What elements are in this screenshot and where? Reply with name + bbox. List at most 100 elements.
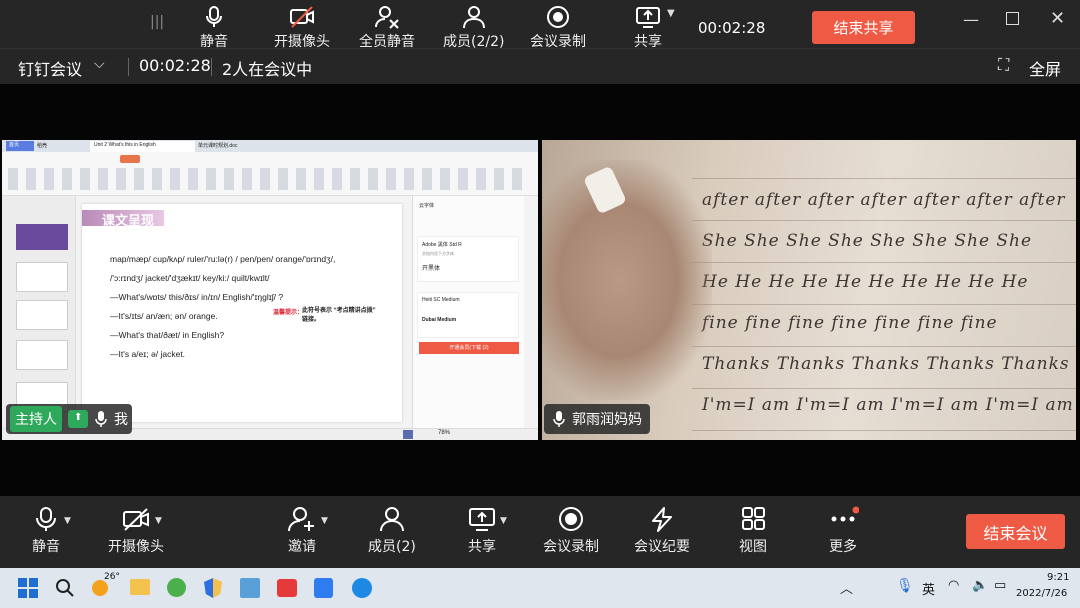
fullscreen-button[interactable]: 全屏 — [1029, 56, 1061, 80]
doc-ribbon — [2, 152, 538, 196]
wifi-icon[interactable]: ◠ — [948, 578, 959, 593]
zoom-level: 78% — [438, 430, 451, 436]
close-icon[interactable]: ✕ — [1050, 8, 1065, 29]
end-share-button[interactable]: 结束共享 — [812, 11, 915, 44]
share-dropdown-icon[interactable]: ▼ — [667, 8, 675, 19]
floating-toolbar: ||| 静音 开摄像头 全员静音 成员(2/2) 会议录制 共享 ▼ 00:02… — [0, 0, 1080, 51]
font-card-1[interactable]: Adobe 黑体 Std R 文档内含下方字体 开黑体 — [417, 236, 519, 282]
notes-label: 会议纪要 — [634, 539, 690, 555]
font-card-2[interactable]: Heiti SC Medium Dubai Medium — [417, 292, 519, 338]
participants-count: 2人在会议中 — [222, 60, 313, 79]
invite-button[interactable]: 邀请 — [286, 506, 318, 556]
ribbon-tools — [8, 168, 528, 190]
weather-icon[interactable] — [92, 580, 108, 596]
slide-thumb-4[interactable] — [16, 340, 68, 370]
invite-dropdown-icon[interactable]: ▼ — [321, 516, 328, 526]
members-button[interactable]: 成员(2/2) — [443, 5, 504, 51]
windows-start-icon[interactable] — [18, 578, 38, 598]
record-icon — [547, 6, 569, 28]
record-button[interactable]: 会议录制 — [530, 5, 586, 51]
more-button[interactable]: 更多 — [827, 506, 859, 556]
tab-home[interactable]: 首页 — [6, 141, 34, 151]
camera-dropdown-icon[interactable]: ▼ — [155, 516, 162, 526]
drag-handle-icon[interactable]: ||| — [150, 14, 164, 34]
share-dropdown-icon[interactable]: ▼ — [500, 516, 507, 526]
meeting-duration: 00:02:28 — [139, 56, 211, 75]
view-button[interactable]: 视图 — [737, 506, 769, 556]
grid-view-icon — [742, 507, 765, 530]
mute-button[interactable]: 静音 — [30, 506, 62, 556]
share-button[interactable]: 共享 — [634, 5, 662, 51]
fullscreen-icon[interactable]: ⛶ — [998, 55, 1009, 75]
battery-icon[interactable]: ▭ — [994, 578, 1006, 593]
microphone-icon — [206, 6, 222, 27]
chevron-up-icon[interactable]: ︿ — [840, 578, 853, 597]
font1-sub: 文档内含下方字体 — [422, 251, 454, 256]
security-icon[interactable] — [204, 578, 222, 598]
chevron-down-icon[interactable]: ⌵ — [94, 56, 105, 72]
microphone-icon — [553, 411, 565, 427]
font2-name: Heiti SC Medium — [422, 297, 460, 303]
slide-thumb-2[interactable] — [16, 262, 68, 292]
maximize-icon[interactable] — [1006, 12, 1019, 25]
microphone-icon[interactable]: 🎙 — [896, 578, 914, 594]
hand — [542, 160, 712, 400]
mic-dropdown-icon[interactable]: ▼ — [64, 516, 71, 526]
share-button[interactable]: 共享 — [466, 506, 498, 556]
handwriting: after after after after after after afte… — [702, 180, 1076, 426]
doc-tab-strip: 首页 稻壳 Unit 2 What's this in English 单元课时… — [2, 140, 538, 152]
volume-icon[interactable]: 🔈 — [972, 578, 988, 593]
meeting-app-icon[interactable] — [352, 578, 372, 598]
minimize-icon[interactable]: — — [963, 10, 979, 29]
slide-thumb-3[interactable] — [16, 300, 68, 330]
camera-tile[interactable]: after after after after after after afte… — [542, 140, 1076, 440]
app-icon[interactable] — [240, 578, 260, 598]
camera-button[interactable]: 开摄像头 — [274, 5, 330, 51]
camera-off-icon — [290, 6, 314, 28]
shared-screen-tile[interactable]: 首页 稻壳 Unit 2 What's this in English 单元课时… — [2, 140, 538, 440]
font-download-button[interactable]: 开通会员(下载 (2) — [419, 342, 519, 354]
self-label: 我 — [114, 412, 128, 428]
handwriting-line: I'm=I am I'm=I am I'm=I am I'm=I am — [702, 395, 1074, 415]
participant-chip: 郭雨润妈妈 — [544, 404, 650, 434]
font2-sub: Dubai Medium — [422, 317, 457, 323]
handwriting-line: He He He He He He He He He He — [702, 272, 1029, 292]
camera-button[interactable]: 开摄像头 — [108, 506, 164, 556]
slide-line: —It's a/eɪ; ə/ jacket. — [110, 349, 186, 359]
mute-all-icon — [375, 6, 399, 29]
clock-date: 2022/7/26 — [1016, 588, 1068, 599]
tip-title: 温馨提示： — [273, 310, 304, 316]
windows-taskbar: 26° ︿ 🎙 英 ◠ 🔈 ▭ 9:21 2022/7/26 — [0, 568, 1080, 608]
tab-plan-doc[interactable]: 单元课时规划.doc — [198, 142, 237, 149]
host-badge: 主持人 — [10, 406, 62, 432]
app-name: 钉钉会议 — [18, 60, 83, 79]
record-icon — [559, 507, 583, 531]
browser-icon[interactable] — [167, 578, 186, 597]
members-icon — [462, 6, 485, 29]
slide-line: —What's/wɒts/ this/ðɪs/ in/ɪn/ English/'… — [110, 292, 284, 302]
play-slideshow-icon[interactable] — [403, 430, 413, 439]
file-explorer-icon[interactable] — [130, 579, 150, 595]
camera-off-icon — [123, 508, 149, 531]
tab-unit2[interactable]: Unit 2 What's this in English — [90, 141, 195, 152]
top-timer: 00:02:28 — [698, 19, 766, 37]
sharing-icon: ⬆ — [68, 410, 88, 428]
members-button[interactable]: 成员(2) — [368, 506, 416, 556]
end-meeting-button[interactable]: 结束会议 — [966, 514, 1065, 549]
slide-thumb-1[interactable] — [16, 224, 68, 250]
notes-button[interactable]: 会议纪要 — [634, 506, 690, 556]
record-button[interactable]: 会议录制 — [543, 506, 599, 556]
mute-button[interactable]: 静音 — [200, 5, 228, 51]
mute-all-button[interactable]: 全员静音 — [359, 5, 415, 51]
dingtalk-icon[interactable] — [314, 578, 333, 598]
tab-docer[interactable]: 稻壳 — [37, 142, 47, 149]
handwriting-line: after after after after after after afte… — [702, 190, 1066, 210]
divider — [211, 58, 212, 76]
more-icon — [831, 506, 859, 522]
ime-indicator[interactable]: 英 — [922, 579, 935, 598]
wps-office-icon[interactable] — [277, 579, 297, 597]
ribbon-tab-start[interactable] — [120, 155, 140, 163]
handwriting-line: fine fine fine fine fine fine fine — [702, 313, 998, 333]
members-label: 成员(2) — [368, 539, 416, 555]
search-icon[interactable] — [55, 578, 75, 598]
